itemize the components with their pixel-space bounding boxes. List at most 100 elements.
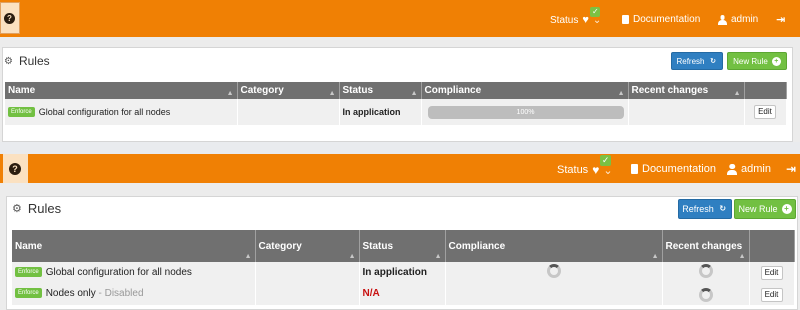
rule-category-cell (255, 262, 360, 283)
new-rule-button[interactable]: New Rule + (727, 52, 787, 70)
column-header-compliance[interactable]: Compliance ▲ (445, 230, 663, 262)
user-icon (718, 15, 727, 25)
page-title: Rules (27, 201, 62, 216)
rule-recent-changes-cell (628, 99, 745, 125)
gears-icon: ⚙ (12, 203, 22, 215)
column-header-status[interactable]: Status ▲ (339, 82, 422, 99)
user-menu[interactable]: admin (718, 14, 758, 25)
heartbeat-icon: ♥ ✓ (582, 7, 601, 26)
table-header-row: Name ▲ Category ▲ Status ▲ Compliance ▲ Rece… (5, 82, 787, 99)
new-rule-label: New Rule (738, 204, 778, 214)
plus-circle-icon: + (781, 204, 792, 214)
page-title: Rules (18, 54, 50, 68)
logout-icon: ⇥ (776, 14, 786, 26)
panel-header: ⚙ Rules (12, 201, 61, 216)
disabled-note: - Disabled (98, 288, 144, 299)
rule-actions-cell: Edit (749, 262, 795, 283)
status-menu[interactable]: Status ♥ ✓ ⌄ (550, 7, 602, 26)
heartbeat-icon: ♥ ✓ (592, 155, 612, 177)
table-row[interactable]: Enforce Global configuration for all node… (12, 262, 795, 283)
sort-icon: ▲ (434, 253, 442, 260)
gears-icon: ⚙ (4, 55, 13, 67)
sort-icon: ▲ (651, 253, 659, 260)
table-row[interactable]: Enforce Nodes only - Disabled N/A Edit (12, 283, 795, 305)
rule-compliance-cell (445, 262, 663, 283)
status-label: Status (557, 164, 589, 176)
rule-status-cell: N/A (359, 283, 446, 305)
sort-icon: ▲ (226, 90, 234, 97)
refresh-label: Refresh (682, 204, 714, 214)
user-menu[interactable]: admin (727, 163, 771, 175)
rule-recent-changes-cell (662, 262, 750, 283)
column-header-actions (744, 82, 787, 99)
question-circle-icon: ? (9, 163, 21, 175)
spinner-icon (698, 264, 713, 278)
rule-category-cell (237, 99, 340, 125)
rule-status: In application (362, 267, 427, 278)
logout-icon: ⇥ (786, 162, 797, 176)
enforce-badge: Enforce (15, 288, 42, 299)
column-header-name[interactable]: Name ▲ (12, 230, 256, 262)
rule-name-cell[interactable]: Enforce Global configuration for all node… (5, 99, 238, 125)
rules-table: Name ▲ Category ▲ Status ▲ Compliance ▲ Rece… (5, 82, 787, 125)
book-icon (622, 15, 629, 24)
documentation-label: Documentation (633, 14, 701, 25)
rule-status: In application (342, 107, 401, 117)
help-button[interactable]: ? (3, 154, 28, 183)
sort-icon: ▲ (328, 90, 336, 97)
table-header-row: Name ▲ Category ▲ Status ▲ Compliance ▲ Rece… (12, 230, 795, 262)
help-button[interactable]: ? (0, 2, 20, 34)
rule-name-cell[interactable]: Enforce Global configuration for all node… (12, 262, 256, 283)
enforce-badge: Enforce (8, 107, 35, 118)
status-menu[interactable]: Status ♥ ✓ ⌄ (557, 155, 613, 177)
book-icon (631, 164, 638, 174)
refresh-label: Refresh (676, 56, 705, 66)
column-header-actions (749, 230, 795, 262)
refresh-icon: ↻ (710, 57, 716, 65)
screenshot-frame-2: ? Status ♥ ✓ ⌄ Documentation admin ⇥ ⚙ Ru… (0, 154, 800, 310)
rule-status-cell: In application (359, 262, 446, 283)
refresh-button[interactable]: Refresh ↻ (671, 52, 723, 70)
refresh-button[interactable]: Refresh ↻ (678, 199, 732, 219)
rules-table: Name ▲ Category ▲ Status ▲ Compliance ▲ Rece… (12, 230, 795, 305)
sort-icon: ▲ (410, 90, 418, 97)
column-header-category[interactable]: Category ▲ (237, 82, 340, 99)
table-row[interactable]: Enforce Global configuration for all node… (5, 99, 787, 125)
plus-circle-icon: + (771, 56, 781, 66)
enforce-badge: Enforce (15, 267, 42, 278)
sort-icon: ▲ (348, 253, 356, 260)
spinner-icon (546, 264, 561, 278)
rule-name: Global configuration for all nodes (38, 106, 171, 117)
refresh-icon: ↻ (719, 204, 727, 213)
column-header-recent-changes[interactable]: Recent changes ▲ (628, 82, 745, 99)
column-header-category[interactable]: Category ▲ (255, 230, 360, 262)
column-header-status[interactable]: Status ▲ (359, 230, 446, 262)
rule-status-cell: In application (339, 99, 422, 125)
sort-icon: ▲ (617, 90, 625, 97)
new-rule-label: New Rule (733, 56, 768, 66)
status-label: Status (550, 14, 579, 26)
rule-name: Global configuration for all nodes (45, 267, 192, 278)
edit-button[interactable]: Edit (754, 105, 776, 119)
compliance-bar: 100% (427, 105, 624, 119)
chevron-down-icon: ⌄ (592, 14, 602, 26)
question-circle-icon: ? (4, 13, 15, 24)
documentation-link[interactable]: Documentation (631, 163, 716, 175)
rule-actions-cell: Edit (749, 283, 795, 305)
edit-button[interactable]: Edit (760, 265, 783, 280)
logout-button[interactable]: ⇥ (776, 13, 785, 26)
logout-button[interactable]: ⇥ (786, 162, 796, 176)
documentation-label: Documentation (642, 163, 716, 175)
user-label: admin (731, 14, 759, 25)
panel-header: ⚙ Rules (4, 54, 50, 68)
rule-name-cell[interactable]: Enforce Nodes only - Disabled (12, 283, 256, 305)
edit-button[interactable]: Edit (760, 288, 783, 302)
column-header-recent-changes[interactable]: Recent changes ▲ (662, 230, 750, 262)
documentation-link[interactable]: Documentation (622, 14, 700, 25)
column-header-compliance[interactable]: Compliance ▲ (421, 82, 629, 99)
user-label: admin (741, 163, 771, 175)
rule-name: Nodes only (45, 288, 96, 299)
column-header-name[interactable]: Name ▲ (5, 82, 238, 99)
new-rule-button[interactable]: New Rule + (734, 199, 796, 219)
chevron-down-icon: ⌄ (603, 164, 613, 177)
